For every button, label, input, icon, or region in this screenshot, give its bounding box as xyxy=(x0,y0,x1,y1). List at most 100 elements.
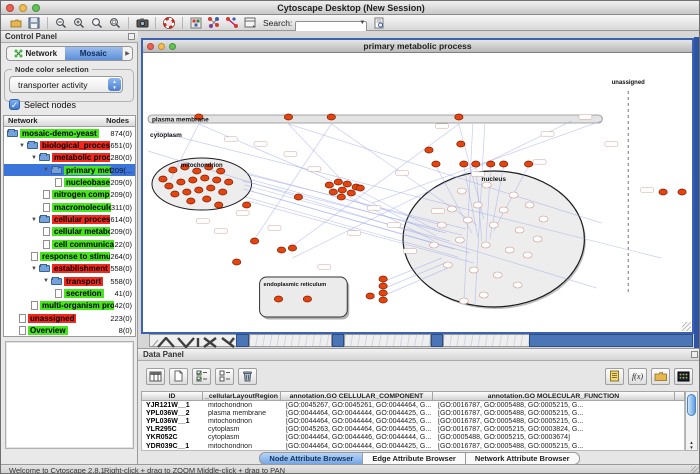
network-node[interactable] xyxy=(505,247,514,253)
network-node[interactable] xyxy=(455,237,464,243)
zoom-fit-icon[interactable] xyxy=(90,16,104,29)
export-image-camera-icon[interactable] xyxy=(135,16,149,29)
tree-row[interactable]: response to stimulu264(0) xyxy=(4,250,135,262)
network-node[interactable] xyxy=(499,207,508,213)
network-node[interactable] xyxy=(334,179,342,185)
background-window[interactable] xyxy=(249,334,332,347)
network-node[interactable] xyxy=(472,161,480,167)
table-row[interactable]: YKR052Ccytoplasm[GO:0044464, GO:0044446,… xyxy=(142,434,684,442)
tree-row[interactable]: ▼metabolic process280(0) xyxy=(4,152,135,164)
network-canvas[interactable]: plasma membranecytoplasmmitochondrionnuc… xyxy=(143,53,692,332)
network-node[interactable] xyxy=(329,189,337,195)
background-window[interactable] xyxy=(344,334,431,347)
vizmapper-icon[interactable] xyxy=(207,16,221,29)
network-node[interactable] xyxy=(187,198,195,204)
network-node[interactable] xyxy=(379,283,387,289)
network-node[interactable] xyxy=(659,189,667,195)
expander-icon[interactable]: ▼ xyxy=(19,143,26,149)
float-panel-icon[interactable] xyxy=(128,33,135,40)
network-node[interactable] xyxy=(379,290,387,296)
window-resize-grip[interactable] xyxy=(682,322,691,331)
network-node[interactable] xyxy=(284,114,292,120)
network-node[interactable] xyxy=(479,292,488,298)
tree-row[interactable]: ▼establishment of lo558(0) xyxy=(4,263,135,275)
network-node[interactable] xyxy=(533,236,542,242)
apply-layout-icon[interactable] xyxy=(189,16,203,29)
tree-row[interactable]: nitrogen compo209(0) xyxy=(4,189,135,201)
network-node[interactable] xyxy=(515,227,524,233)
network-node[interactable] xyxy=(327,114,335,120)
edge-vizmapper-icon[interactable] xyxy=(225,16,239,29)
select-attributes-icon[interactable] xyxy=(192,368,211,385)
zoom-in-icon[interactable] xyxy=(72,16,86,29)
expander-icon[interactable]: ▼ xyxy=(31,217,38,223)
network-node[interactable] xyxy=(183,189,191,195)
tree-row[interactable]: secretion41(0) xyxy=(4,287,135,299)
network-node[interactable] xyxy=(242,202,250,208)
network-node[interactable] xyxy=(459,298,468,304)
scrollbar-arrows[interactable]: ▲▼ xyxy=(686,440,697,450)
network-node[interactable] xyxy=(379,276,387,282)
network-node[interactable] xyxy=(678,189,686,195)
network-node[interactable] xyxy=(250,238,258,244)
network-node[interactable] xyxy=(159,176,167,182)
network-node[interactable] xyxy=(473,202,482,208)
birds-eye-view[interactable] xyxy=(5,341,134,449)
table-scrollbar[interactable]: ▲▼ xyxy=(685,391,698,451)
tree-row[interactable]: ▼biological_process651(0) xyxy=(4,139,135,151)
network-node[interactable] xyxy=(509,192,518,198)
table-row[interactable]: YPL036W__2plasma membrane[GO:0044464, GO… xyxy=(142,409,684,417)
network-node[interactable] xyxy=(232,259,240,265)
network-window-titlebar[interactable]: primary metabolic process xyxy=(143,40,692,53)
scrollbar-thumb[interactable] xyxy=(687,394,696,416)
network-node[interactable] xyxy=(207,185,215,191)
tree-row[interactable]: mosaic-demo-yeast874(0) xyxy=(4,127,135,139)
expander-icon[interactable]: ▼ xyxy=(31,266,38,272)
network-node[interactable] xyxy=(523,252,532,258)
network-node[interactable] xyxy=(277,247,285,253)
network-node[interactable] xyxy=(195,187,203,193)
enhanced-search-index-icon[interactable] xyxy=(372,16,386,29)
app-resize-grip[interactable] xyxy=(691,466,700,474)
table-row[interactable]: YJR121W__1mitochondrion[GO:0045267, GO:0… xyxy=(142,401,684,409)
network-node[interactable] xyxy=(219,189,227,195)
network-node[interactable] xyxy=(447,206,456,212)
manage-networks-icon[interactable] xyxy=(243,16,257,29)
select-nodes-checkbox[interactable]: ✓ xyxy=(9,99,20,110)
plasma-membrane-region[interactable] xyxy=(148,115,602,123)
table-column-header[interactable] xyxy=(675,391,685,401)
network-node[interactable] xyxy=(288,245,296,251)
network-node[interactable] xyxy=(347,190,355,196)
network-node[interactable] xyxy=(177,179,185,185)
network-node[interactable] xyxy=(366,293,374,299)
tree-row[interactable]: Overview8(0) xyxy=(4,325,135,337)
network-node[interactable] xyxy=(171,191,179,197)
import-attributes-icon[interactable] xyxy=(651,368,670,385)
table-column-header[interactable]: annotation.GO MOLECULAR_FUNCTION xyxy=(433,391,675,401)
tree-row[interactable]: multi-organism pro42(0) xyxy=(4,300,135,312)
background-window-titlebar[interactable] xyxy=(236,334,249,347)
network-node[interactable] xyxy=(443,262,452,268)
network-node[interactable] xyxy=(201,175,209,181)
node-color-combo[interactable]: transporter activity ▲▼ xyxy=(9,76,123,93)
network-node[interactable] xyxy=(481,242,490,248)
expander-icon[interactable]: ▼ xyxy=(43,278,50,284)
network-node[interactable] xyxy=(524,161,532,167)
background-window[interactable] xyxy=(443,334,531,347)
network-node[interactable] xyxy=(457,188,466,194)
network-node[interactable] xyxy=(469,267,478,273)
network-node[interactable] xyxy=(379,297,387,303)
expander-icon[interactable]: ▼ xyxy=(31,155,38,161)
network-node[interactable] xyxy=(460,161,468,167)
zoom-selected-icon[interactable] xyxy=(108,16,122,29)
create-attribute-icon[interactable] xyxy=(169,368,188,385)
tree-row[interactable]: unassigned223(0) xyxy=(4,312,135,324)
tab-mosaic[interactable]: Mosaic xyxy=(65,47,123,60)
delete-attribute-icon[interactable] xyxy=(238,368,257,385)
attribute-matrix-icon[interactable] xyxy=(674,368,693,385)
attribute-select-icon[interactable] xyxy=(146,368,165,385)
network-node[interactable] xyxy=(356,185,364,191)
zoom-out-icon[interactable] xyxy=(54,16,68,29)
network-node[interactable] xyxy=(539,216,548,222)
table-row[interactable]: YLR295Ccytoplasm[GO:0045263, GO:0044464,… xyxy=(142,426,684,434)
